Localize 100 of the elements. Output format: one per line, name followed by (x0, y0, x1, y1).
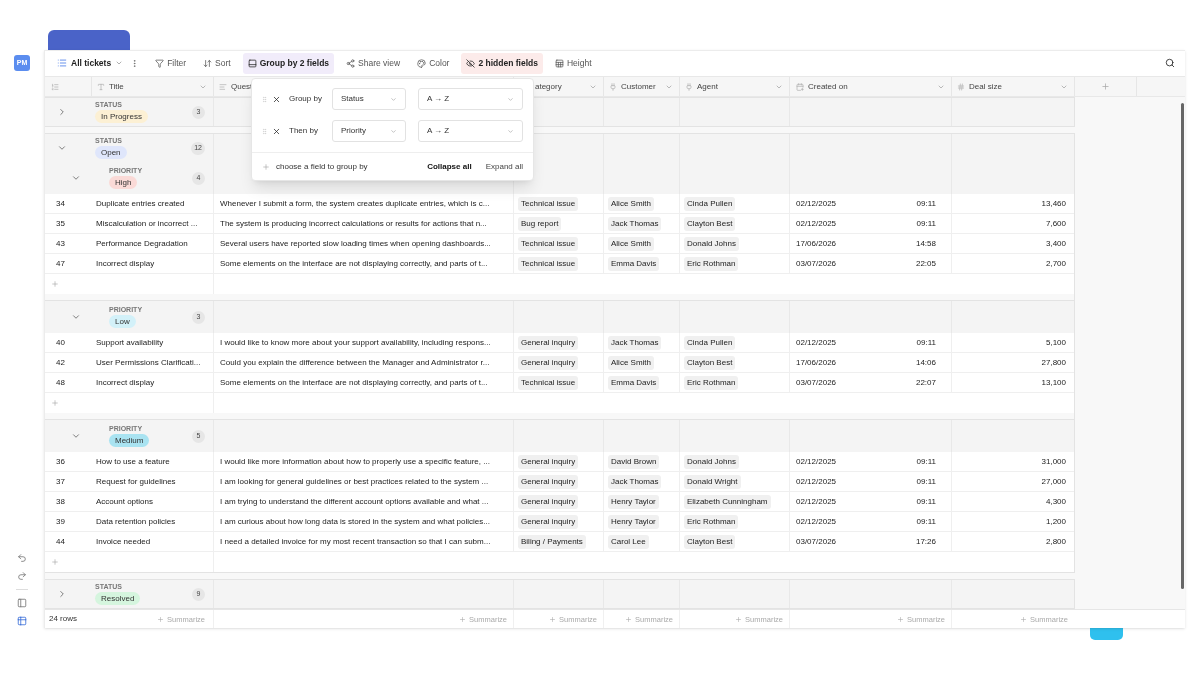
palette-icon (417, 59, 427, 68)
rule-label: Group by (289, 93, 323, 105)
undo-icon[interactable] (17, 553, 27, 563)
redo-icon[interactable] (17, 571, 27, 581)
remove-icon[interactable] (272, 94, 281, 104)
agent-tag: Eric Rothman (684, 375, 739, 390)
title-text: Duplicate entries created (96, 197, 185, 210)
time-text: 14:06 (915, 356, 936, 369)
search-icon[interactable] (1165, 58, 1175, 69)
time-text: 09:11 (916, 515, 936, 528)
agent-tag: Elizabeth Cunningham (684, 494, 771, 509)
row-number: 34 (56, 197, 65, 210)
agent-tag: Donald Wright (684, 474, 741, 489)
agent-tag: Donald Johns (684, 236, 739, 251)
toolbar-button[interactable]: 2 hidden fields (461, 53, 543, 74)
add-group-field-button[interactable]: choose a field to group by (262, 160, 368, 173)
toolbar-button[interactable]: Filter (150, 53, 192, 74)
agent-tag: Cinda Pullen (684, 196, 736, 211)
row-number: 42 (56, 356, 65, 369)
question-text: Some elements on the interface are not displaying correctly, and parts of t... (220, 376, 488, 389)
plus-icon (157, 615, 165, 623)
question-text: The system is producing incorrect calculations or results for actions that n... (220, 217, 487, 230)
date-text: 17/06/2026 (796, 356, 837, 369)
column-header[interactable]: Customer (603, 77, 679, 97)
customer-tag: Emma Davis (608, 375, 660, 390)
customer-tag: Alice Smith (608, 236, 654, 251)
table-icon[interactable] (17, 616, 27, 626)
chevron-icon (507, 95, 514, 103)
panel-icon (247, 59, 257, 68)
toolbar-button[interactable]: Height (549, 53, 597, 74)
view-selector[interactable]: All tickets (53, 54, 128, 73)
group-action-button[interactable]: Expand all (485, 160, 523, 173)
plus-icon (549, 615, 557, 623)
toolbar-button[interactable]: Group by 2 fields (242, 53, 335, 74)
time-text: 09:11 (916, 495, 936, 508)
plus-icon (897, 615, 905, 623)
row-number: 38 (56, 495, 65, 508)
scrollbar[interactable] (1181, 103, 1184, 589)
date-text: 02/12/2025 (796, 455, 837, 468)
agent-tag: Clayton Best (684, 355, 736, 370)
order-select[interactable]: A → Z (418, 120, 523, 142)
add-row-icon[interactable] (51, 280, 59, 289)
chevron-icon[interactable] (57, 589, 67, 600)
toolbar-button[interactable]: Sort (198, 53, 236, 74)
add-row-icon[interactable] (51, 558, 59, 567)
row-count: 24 rows (49, 613, 77, 626)
category-tag: General inquiry (518, 514, 579, 529)
toolbar-button[interactable]: Share view (341, 53, 406, 74)
question-text: I would like to know more about your support availability, including respons... (220, 336, 491, 349)
agent-tag: Clayton Best (684, 534, 736, 549)
agent-tag: Eric Rothman (684, 514, 739, 529)
time-text: 09:11 (916, 455, 936, 468)
date-text: 03/07/2026 (796, 257, 837, 270)
group-value-tag: Open (95, 146, 127, 160)
plus-icon (1020, 615, 1028, 623)
field-select[interactable]: Priority (332, 120, 406, 142)
plug-icon (609, 82, 617, 91)
floating-tab-shape (1090, 628, 1123, 640)
deal-size-text: 27,800 (1041, 356, 1066, 369)
column-header[interactable]: Deal size (951, 77, 1074, 97)
time-text: 09:11 (916, 475, 936, 488)
toolbar-button[interactable]: Color (412, 53, 455, 74)
category-tag: Biling / Payments (518, 534, 586, 549)
column-header[interactable]: Title (91, 77, 213, 97)
remove-icon[interactable] (272, 126, 281, 136)
time-text: 14:58 (915, 237, 936, 250)
field-select[interactable]: Status (332, 88, 406, 110)
group-value-tag: Resolved (95, 592, 141, 606)
title-text: Performance Degradation (96, 237, 188, 250)
sidebar-toggle-icon[interactable] (17, 598, 27, 608)
customer-tag: Jack Thomas (608, 474, 662, 489)
agent-tag: Donald Johns (684, 454, 739, 469)
column-header[interactable]: Agent (679, 77, 789, 97)
order-select[interactable]: A → Z (418, 88, 523, 110)
add-column-icon[interactable] (1101, 82, 1110, 92)
date-text: 02/12/2025 (796, 515, 837, 528)
agent-tag: Cinda Pullen (684, 335, 736, 350)
plus-icon (625, 615, 633, 623)
date-text: 02/12/2025 (796, 475, 837, 488)
group-action-button[interactable]: Collapse all (427, 160, 472, 173)
row-number: 47 (56, 257, 65, 270)
row-order-icon[interactable] (51, 82, 59, 91)
title-text: How to use a feature (96, 455, 170, 468)
deal-size-text: 1,200 (1045, 515, 1066, 528)
customer-tag: Jack Thomas (608, 335, 662, 350)
column-header[interactable]: Created on (789, 77, 951, 97)
add-row-icon[interactable] (51, 399, 59, 408)
deal-size-text: 5,100 (1045, 336, 1066, 349)
group-value-tag: Low (109, 315, 136, 329)
question-text: I need a detailed invoice for my most recent transaction so that I can subm... (220, 535, 491, 548)
title-text: Incorrect display (96, 257, 155, 270)
row-number: 48 (56, 376, 65, 389)
category-tag: General inquiry (518, 494, 579, 509)
customer-tag: David Brown (608, 454, 660, 469)
chevron-icon[interactable] (57, 107, 67, 118)
deal-size-text: 13,100 (1041, 376, 1066, 389)
category-tag: Bug report (518, 216, 562, 231)
customer-tag: Carol Lee (608, 534, 649, 549)
customer-tag: Alice Smith (608, 196, 654, 211)
filter-icon (155, 59, 165, 68)
